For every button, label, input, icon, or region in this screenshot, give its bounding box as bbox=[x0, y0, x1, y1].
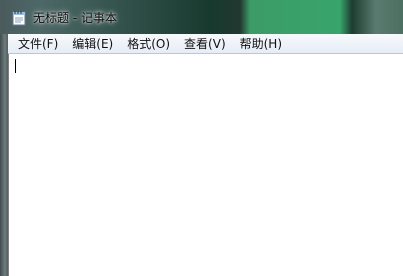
text-caret bbox=[15, 59, 16, 73]
menu-bar: 文件(F) 编辑(E) 格式(O) 查看(V) 帮助(H) bbox=[8, 34, 403, 54]
title-bar[interactable]: 无标题 - 记事本 bbox=[0, 0, 403, 34]
menu-edit[interactable]: 编辑(E) bbox=[66, 35, 119, 53]
menu-view[interactable]: 查看(V) bbox=[178, 35, 232, 53]
text-editor-area[interactable] bbox=[8, 54, 403, 276]
notepad-window: 无标题 - 记事本 文件(F) 编辑(E) 格式(O) 查看(V) 帮助(H) bbox=[0, 0, 403, 276]
menu-file[interactable]: 文件(F) bbox=[12, 35, 64, 53]
window-border-left bbox=[0, 34, 8, 276]
notepad-icon bbox=[12, 11, 26, 26]
menu-format[interactable]: 格式(O) bbox=[121, 35, 176, 53]
window-title: 无标题 - 记事本 bbox=[33, 11, 117, 25]
menu-help[interactable]: 帮助(H) bbox=[234, 35, 288, 53]
